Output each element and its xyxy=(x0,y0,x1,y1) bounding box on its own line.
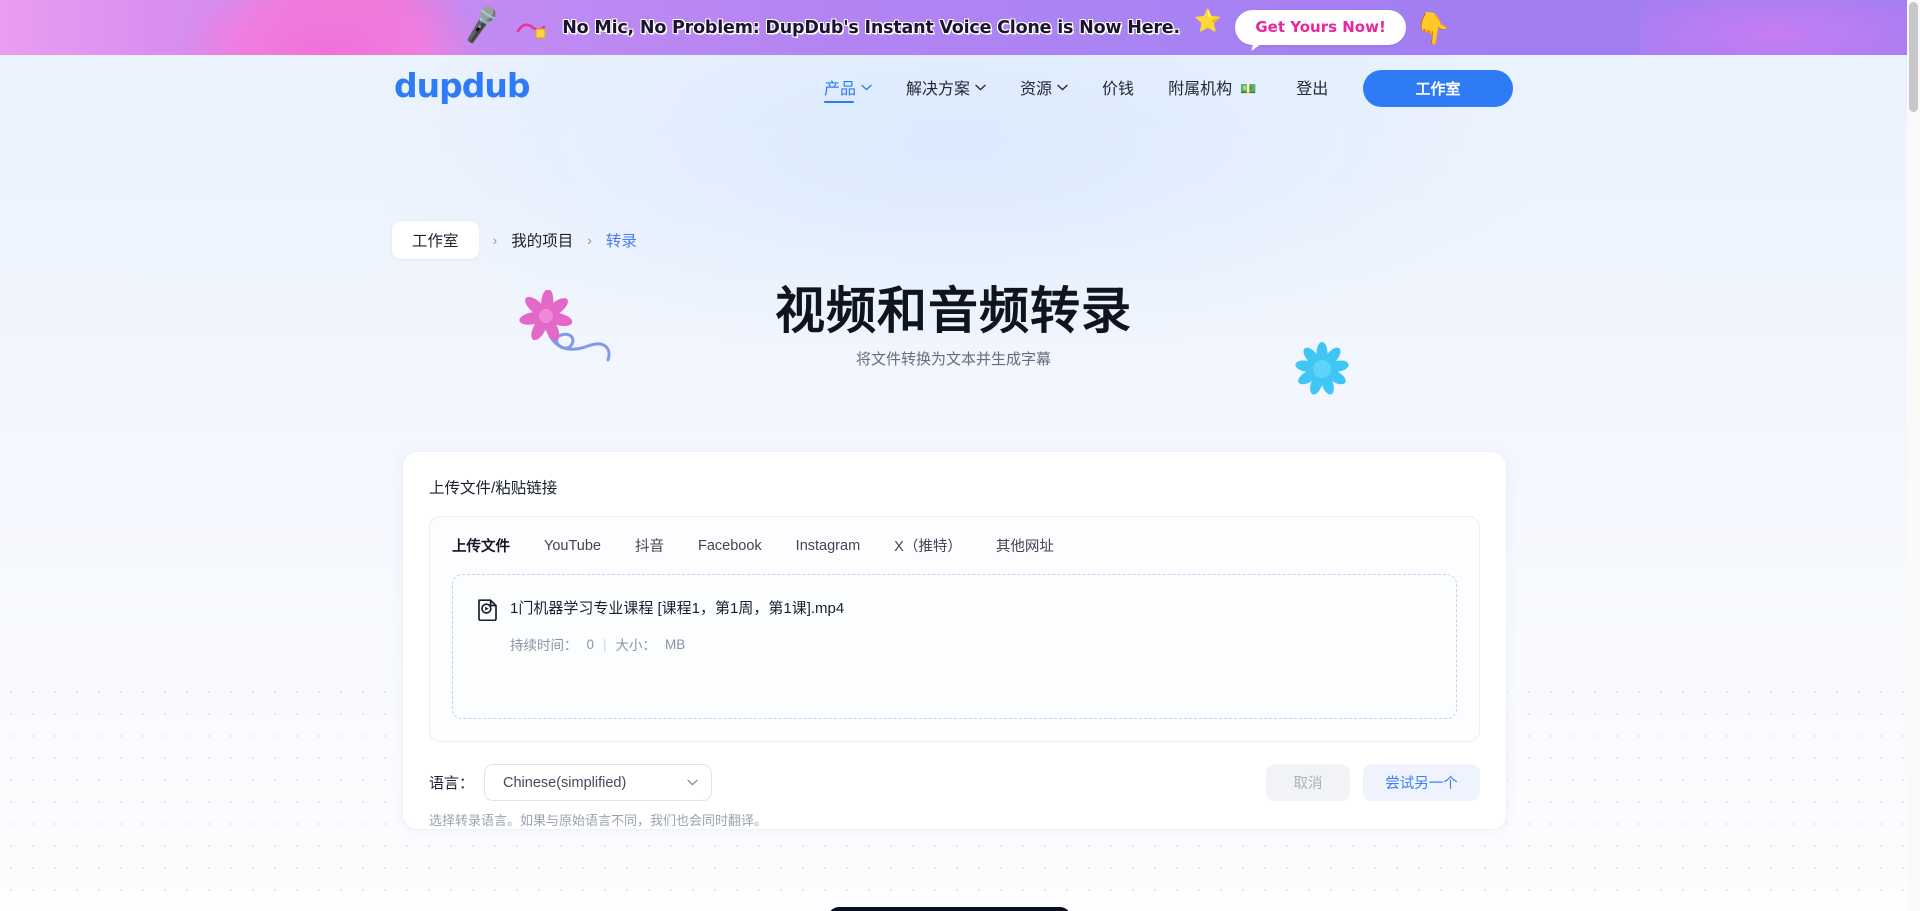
breadcrumb-separator: › xyxy=(587,232,592,248)
studio-button[interactable]: 工作室 xyxy=(1363,70,1513,107)
card-actions: 取消 尝试另一个 xyxy=(1266,764,1480,801)
card-footer: 语言： Chinese(simplified) 选择转录语言。如果与原始语言不同… xyxy=(429,764,1480,828)
tab-upload-file[interactable]: 上传文件 xyxy=(452,535,510,556)
microphone-icon: 🎤 xyxy=(459,4,504,46)
nav-item-products[interactable]: 产品 xyxy=(824,55,872,119)
nav-item-label: 附属机构 xyxy=(1168,81,1233,98)
tab-youtube[interactable]: YouTube xyxy=(544,538,601,554)
language-help-text: 选择转录语言。如果与原始语言不同，我们也会同时翻译。 xyxy=(429,813,768,828)
breadcrumb-item-my-projects[interactable]: 我的项目 xyxy=(511,229,573,251)
breadcrumb-item-transcription[interactable]: 转录 xyxy=(606,229,637,251)
upload-card: 上传文件/粘贴链接 上传文件 YouTube 抖音 Facebook Insta… xyxy=(402,451,1507,830)
promo-decor-blob-left-2 xyxy=(240,0,470,50)
breadcrumb: 工作室 › 我的项目 › 转录 xyxy=(392,221,637,259)
pointing-hand-icon: 👇 xyxy=(1411,10,1454,48)
chevron-down-icon xyxy=(975,84,986,91)
page-body: dupdub 产品 解决方案 资源 价钱 附属机构 💵 登出 工作室 工作室 ›… xyxy=(0,55,1907,911)
file-size-label: 大小： xyxy=(615,638,657,653)
upload-card-title: 上传文件/粘贴链接 xyxy=(429,480,558,497)
nav-item-label: 资源 xyxy=(1020,81,1053,98)
tab-douyin[interactable]: 抖音 xyxy=(635,535,664,556)
chevron-down-icon xyxy=(861,84,872,91)
promo-cta-button[interactable]: Get Yours Now! xyxy=(1235,10,1406,45)
star-icon: ⭐ xyxy=(1193,7,1222,33)
promo-decor-blob-right xyxy=(1640,0,1920,55)
nav-item-label: 产品 xyxy=(824,81,857,98)
chevron-down-icon xyxy=(1057,84,1068,91)
tab-other-url[interactable]: 其他网址 xyxy=(996,535,1054,556)
language-select[interactable]: Chinese(simplified) xyxy=(484,764,713,801)
tab-instagram[interactable]: Instagram xyxy=(796,538,860,554)
try-another-button[interactable]: 尝试另一个 xyxy=(1363,764,1480,801)
site-header: dupdub 产品 解决方案 资源 价钱 附属机构 💵 登出 工作室 xyxy=(0,55,1907,119)
tab-facebook[interactable]: Facebook xyxy=(698,538,762,554)
record-button[interactable]: 录制 xyxy=(828,907,1071,911)
file-duration-value: 0 xyxy=(586,636,595,652)
money-badge-icon: 💵 xyxy=(1240,80,1257,96)
nav-item-label: 解决方案 xyxy=(906,81,971,98)
page-scrollbar[interactable] xyxy=(1907,0,1920,911)
breadcrumb-separator: › xyxy=(492,232,498,248)
main-nav: 产品 解决方案 资源 价钱 附属机构 💵 登出 xyxy=(824,55,1328,119)
nav-item-affiliate[interactable]: 附属机构 💵 xyxy=(1168,55,1256,119)
nav-item-solutions[interactable]: 解决方案 xyxy=(906,55,986,119)
meta-divider: | xyxy=(603,636,607,652)
logo-text: dupdub xyxy=(394,66,530,105)
chevron-down-icon xyxy=(687,779,698,786)
logo[interactable]: dupdub xyxy=(394,66,530,105)
file-size-value: MB xyxy=(665,636,686,652)
uploaded-file-row: 1门机器学习专业课程 [课程1，第1周，第1课].mp4 xyxy=(477,597,1432,621)
scrollbar-thumb[interactable] xyxy=(1909,2,1918,112)
language-selected-value: Chinese(simplified) xyxy=(503,774,627,791)
page-subtitle: 将文件转换为文本并生成字幕 xyxy=(855,350,1051,368)
promo-banner: 🎤 No Mic, No Problem: DupDub's Instant V… xyxy=(0,0,1920,55)
source-tabs-panel: 上传文件 YouTube 抖音 Facebook Instagram X（推特）… xyxy=(429,516,1480,742)
hero-section: 视频和音频转录 将文件转换为文本并生成字幕 xyxy=(0,282,1907,369)
video-file-icon xyxy=(478,599,497,621)
nav-item-label: 价钱 xyxy=(1102,81,1135,98)
promo-headline: No Mic, No Problem: DupDub's Instant Voi… xyxy=(562,17,1180,38)
file-duration-label: 持续时间： xyxy=(510,638,578,653)
cancel-button[interactable]: 取消 xyxy=(1266,764,1350,801)
nav-item-resources[interactable]: 资源 xyxy=(1020,55,1068,119)
file-dropzone[interactable]: 1门机器学习专业课程 [课程1，第1周，第1课].mp4 持续时间： 0 | 大… xyxy=(452,574,1457,719)
uploaded-file-meta: 持续时间： 0 | 大小： MB xyxy=(510,634,1432,654)
source-tabs: 上传文件 YouTube 抖音 Facebook Instagram X（推特）… xyxy=(452,535,1457,556)
nav-item-pricing[interactable]: 价钱 xyxy=(1102,55,1134,119)
squiggle-decor-icon xyxy=(516,22,546,39)
breadcrumb-item-studio[interactable]: 工作室 xyxy=(392,221,479,259)
nav-item-label: 登出 xyxy=(1296,81,1329,98)
tab-x-twitter[interactable]: X（推特） xyxy=(894,535,962,556)
uploaded-file-name: 1门机器学习专业课程 [课程1，第1周，第1课].mp4 xyxy=(510,600,845,617)
page-title: 视频和音频转录 xyxy=(775,282,1132,340)
language-label: 语言： xyxy=(429,775,475,792)
nav-item-logout[interactable]: 登出 xyxy=(1296,55,1328,119)
